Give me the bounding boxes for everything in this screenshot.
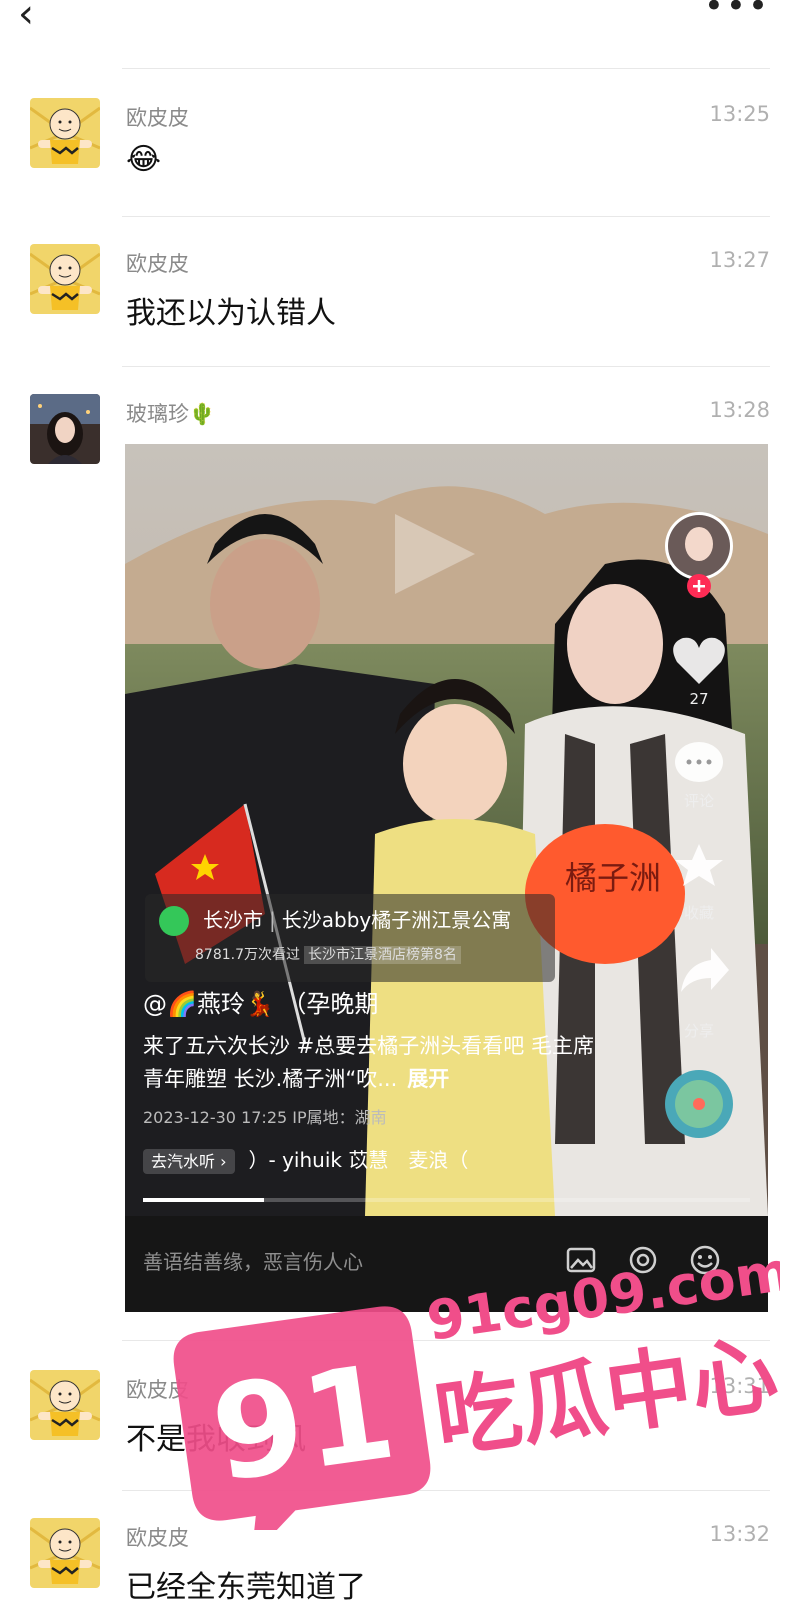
video-description: 来了五六次长沙 #总要去橘子洲头看看吧 毛主席青年雕塑 长沙.橘子洲“吹... 展…	[143, 1030, 603, 1096]
more-options-icon[interactable]: •••	[704, 0, 770, 26]
comment-text: 😂	[126, 142, 162, 177]
post-datetime: 2023-12-30 17:25 IP属地：湖南	[143, 1108, 387, 1127]
timestamp: 13:31	[709, 1374, 770, 1398]
divider	[122, 1490, 770, 1491]
separator: |	[269, 908, 276, 932]
video-thumbnail: 橘子洲	[125, 444, 768, 1216]
music-row: 去汽水听 › ）- yihuik 苡慧 麦浪（	[143, 1144, 469, 1174]
username[interactable]: 欧皮皮	[126, 1522, 189, 1552]
expand-link[interactable]: 展开	[407, 1067, 449, 1091]
location-card[interactable]: 长沙市 | 长沙abby橘子洲江景公寓 8781.7万次看过 长沙市江景酒店榜第8名	[145, 894, 555, 982]
avatar[interactable]	[30, 394, 100, 464]
avatar[interactable]	[30, 244, 100, 314]
avatar[interactable]	[30, 98, 100, 168]
share-label: 分享	[683, 1022, 714, 1040]
mention-icon[interactable]	[625, 1242, 661, 1278]
favorite-label: 收藏	[683, 904, 714, 922]
timestamp: 13:27	[709, 248, 770, 272]
divider	[122, 68, 770, 69]
location-rank: 长沙市江景酒店榜第8名	[304, 946, 461, 964]
timestamp: 13:32	[709, 1522, 770, 1546]
username[interactable]: 欧皮皮	[126, 248, 189, 278]
back-icon[interactable]: ‹	[18, 0, 34, 34]
music-title: ）- yihuik 苡慧 麦浪（	[248, 1148, 469, 1172]
top-bar: ‹ •••	[0, 0, 800, 60]
follow-icon[interactable]	[687, 574, 711, 598]
comment-text: 不是我收到风	[126, 1422, 306, 1457]
comment-label: 评论	[683, 792, 714, 810]
comment-input-placeholder[interactable]: 善语结善缘，恶言伤人心	[143, 1246, 363, 1275]
location-views: 8781.7万次看过	[195, 947, 300, 963]
video-author[interactable]: @🌈燕玲💃 （孕晚期	[143, 984, 378, 1019]
comment-text: 已经全东莞知道了	[126, 1570, 366, 1605]
image-icon[interactable]	[563, 1242, 599, 1278]
timestamp: 13:25	[709, 102, 770, 126]
emoji-icon[interactable]	[687, 1242, 723, 1278]
divider	[122, 216, 770, 217]
username[interactable]: 欧皮皮	[126, 1374, 189, 1404]
timestamp: 13:28	[709, 398, 770, 422]
description-text: 来了五六次长沙 #总要去橘子洲头看看吧 毛主席青年雕塑 长沙.橘子洲“吹...	[143, 1034, 594, 1091]
creator-avatar[interactable]	[665, 512, 733, 580]
location-pin-icon	[159, 906, 189, 936]
fan-text: 橘子洲	[565, 859, 661, 897]
music-disc-icon[interactable]	[665, 1070, 733, 1138]
divider	[122, 366, 770, 367]
username[interactable]: 玻璃珍🌵	[126, 398, 215, 428]
location-city: 长沙市	[203, 908, 263, 932]
progress-bar[interactable]	[143, 1198, 750, 1202]
like-count: 27	[689, 690, 709, 708]
comment-input-bar[interactable]: 善语结善缘，恶言伤人心	[125, 1216, 768, 1312]
progress-fill	[143, 1198, 265, 1202]
location-place: 长沙abby橘子洲江景公寓	[281, 908, 512, 932]
username[interactable]: 欧皮皮	[126, 102, 189, 132]
comment-text: 我还以为认错人	[126, 296, 336, 331]
avatar[interactable]	[30, 1518, 100, 1588]
comment-icon[interactable]	[675, 742, 723, 782]
divider	[122, 1340, 770, 1341]
music-app-button[interactable]: 去汽水听 ›	[143, 1149, 235, 1174]
avatar[interactable]	[30, 1370, 100, 1440]
video-card[interactable]: 橘子洲 27 评论 收藏 分享 长沙市 | 长沙abby橘子洲江景公寓 8781…	[125, 444, 768, 1312]
